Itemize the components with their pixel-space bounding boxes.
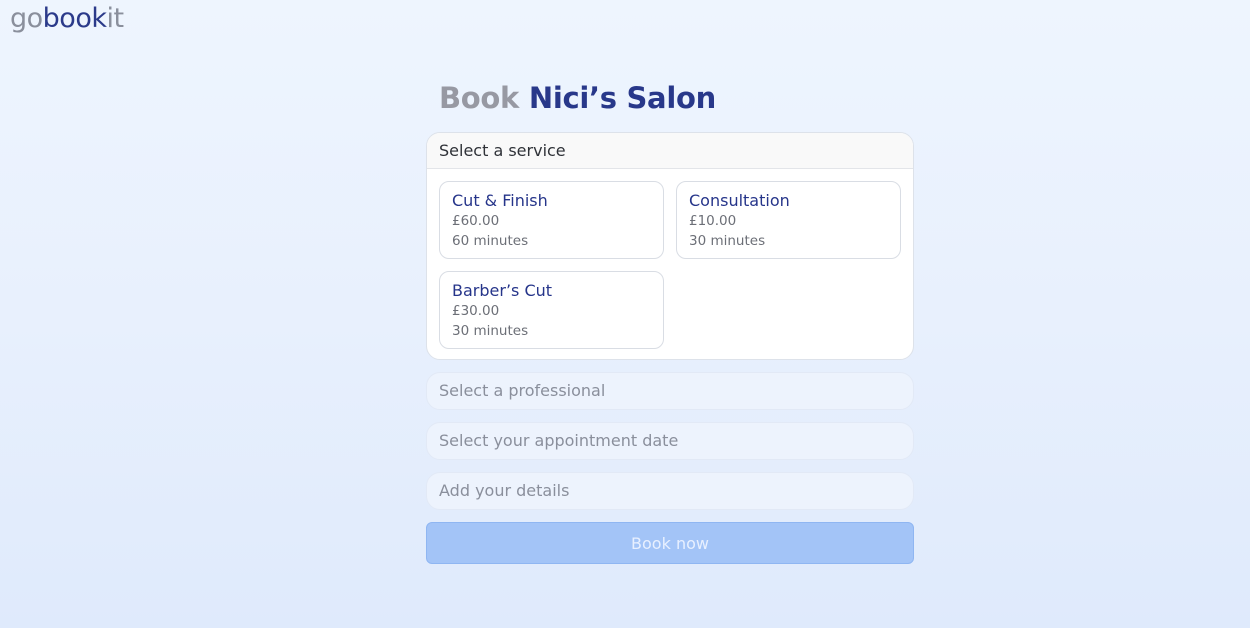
service-selection-card: Select a service Cut & Finish £60.00 60 … [426,132,914,360]
page-title-prefix: Book [439,81,520,115]
service-duration: 30 minutes [452,323,529,339]
service-option-cut-finish[interactable]: Cut & Finish £60.00 60 minutes [439,181,664,259]
gobookit-logo[interactable]: gobookit [10,2,124,36]
service-name: Barber’s Cut [452,281,553,300]
service-option-consultation[interactable]: Consultation £10.00 30 minutes [676,181,901,259]
booking-form: Book Nici’s Salon Select a service Cut &… [426,80,914,564]
service-section-header: Select a service [427,133,913,169]
logo-text-it: it [106,3,124,34]
service-grid: Cut & Finish £60.00 60 minutes Consultat… [427,169,913,359]
page-title: Book Nici’s Salon [439,80,914,116]
select-professional-step[interactable]: Select a professional [426,372,914,410]
service-option-barbers-cut[interactable]: Barber’s Cut £30.00 30 minutes [439,271,664,349]
salon-name: Nici’s Salon [528,81,716,115]
select-date-step[interactable]: Select your appointment date [426,422,914,460]
add-details-step[interactable]: Add your details [426,472,914,510]
service-name: Consultation [689,191,790,210]
service-price: £10.00 [689,213,737,229]
service-price: £60.00 [452,213,500,229]
service-name: Cut & Finish [452,191,548,210]
logo-text-go: go [10,3,43,34]
logo-text-book: book [42,3,107,34]
service-duration: 30 minutes [689,233,766,249]
book-now-button[interactable]: Book now [426,522,914,564]
service-duration: 60 minutes [452,233,529,249]
service-price: £30.00 [452,303,500,319]
